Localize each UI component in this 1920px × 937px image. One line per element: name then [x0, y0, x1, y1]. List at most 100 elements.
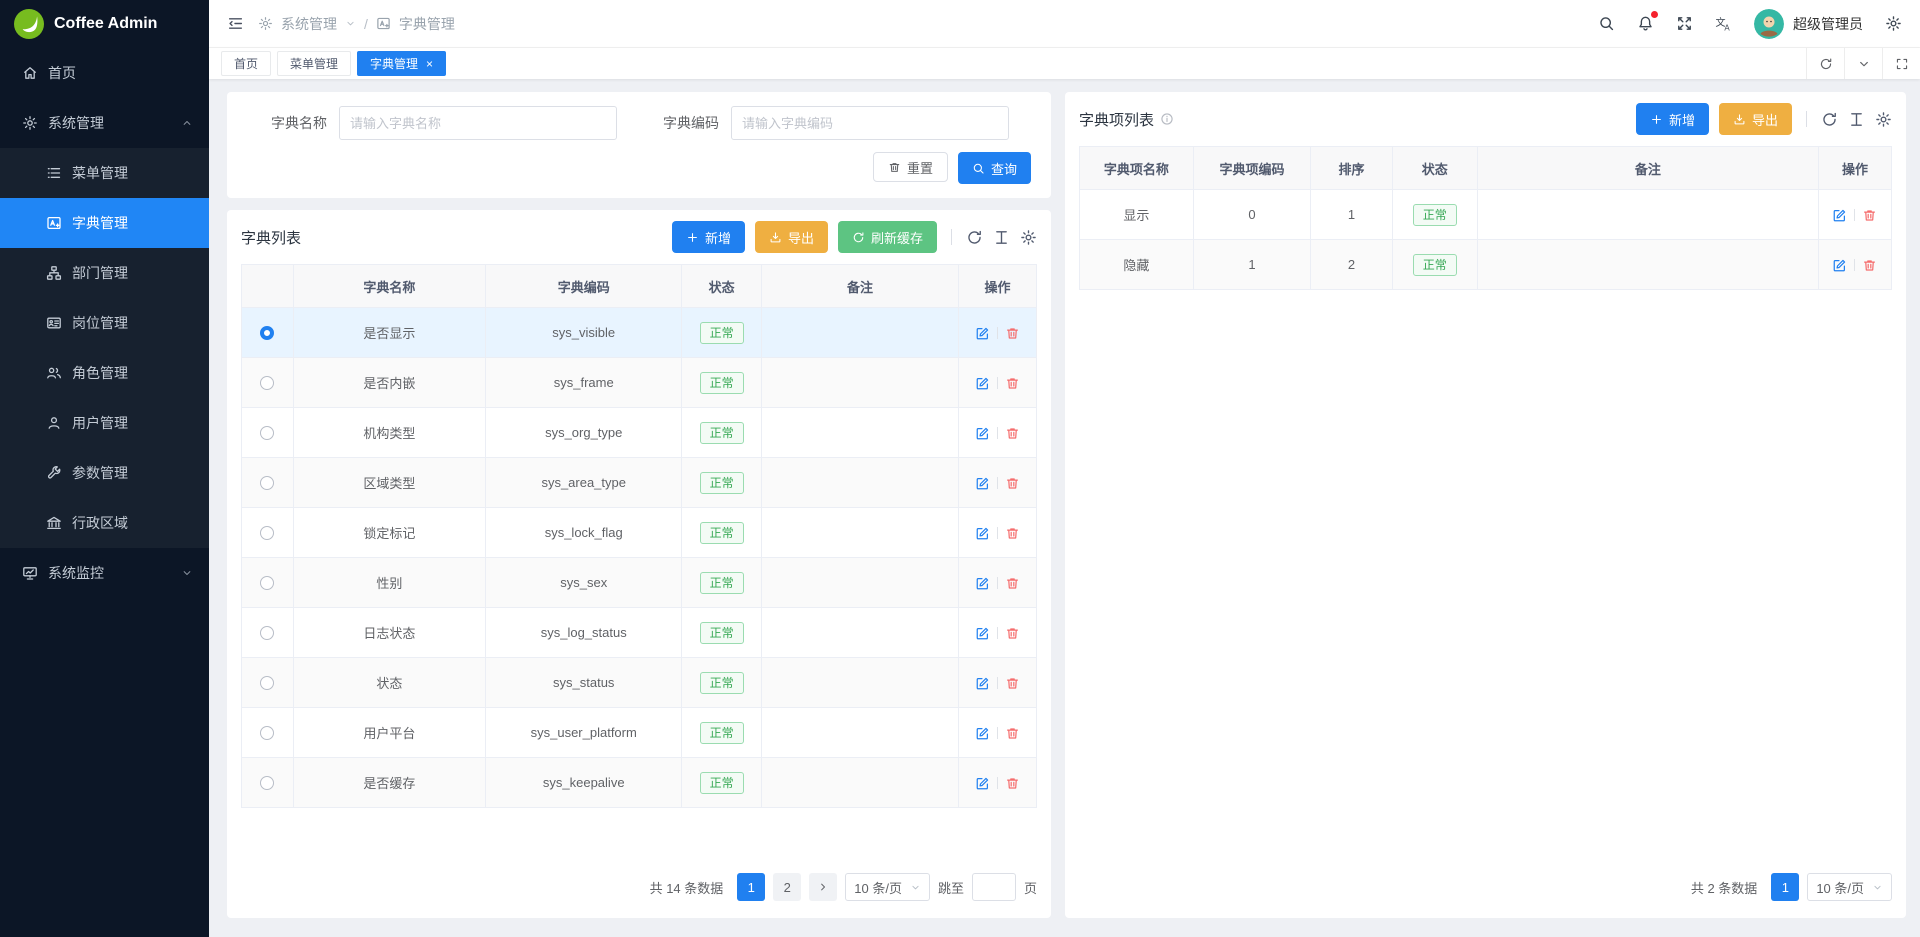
edit-icon[interactable] [1832, 258, 1847, 273]
row-radio[interactable] [260, 776, 274, 790]
row-radio[interactable] [260, 676, 274, 690]
table-row[interactable]: 锁定标记sys_lock_flag正常 [242, 508, 1037, 558]
next-page-button[interactable] [809, 873, 837, 901]
column-header: 状态 [682, 265, 762, 308]
tab-字典管理[interactable]: 字典管理× [357, 51, 446, 76]
delete-icon[interactable] [1005, 626, 1020, 641]
delete-icon[interactable] [1005, 326, 1020, 341]
edit-icon[interactable] [975, 776, 990, 791]
delete-icon[interactable] [1862, 258, 1877, 273]
row-radio[interactable] [260, 326, 274, 340]
sidebar-item-home[interactable]: 首页 [0, 48, 209, 98]
sidebar-item-system-management[interactable]: 系统管理 [0, 98, 209, 148]
edit-icon[interactable] [975, 576, 990, 591]
dict-table: 字典名称字典编码状态备注操作是否显示sys_visible正常是否内嵌sys_f… [241, 264, 1037, 808]
row-radio[interactable] [260, 476, 274, 490]
row-radio[interactable] [260, 426, 274, 440]
main-area: 系统管理 / 字典管理 文A 超级管理员 [209, 0, 1920, 937]
delete-icon[interactable] [1005, 426, 1020, 441]
reset-button[interactable]: 重置 [873, 152, 948, 182]
edit-icon[interactable] [975, 326, 990, 341]
edit-icon[interactable] [975, 526, 990, 541]
table-row[interactable]: 状态sys_status正常 [242, 658, 1037, 708]
row-radio[interactable] [260, 526, 274, 540]
refresh-icon[interactable] [966, 229, 983, 246]
add-button[interactable]: 新增 [1636, 103, 1709, 135]
line-height-icon[interactable] [1848, 111, 1865, 128]
bell-icon[interactable] [1637, 15, 1654, 32]
delete-icon[interactable] [1005, 576, 1020, 591]
row-radio[interactable] [260, 726, 274, 740]
table-row[interactable]: 日志状态sys_log_status正常 [242, 608, 1037, 658]
delete-icon[interactable] [1005, 676, 1020, 691]
refresh-icon[interactable] [1821, 111, 1838, 128]
page-button-1[interactable]: 1 [737, 873, 765, 901]
delete-icon[interactable] [1005, 476, 1020, 491]
delete-icon[interactable] [1005, 726, 1020, 741]
sidebar-item-dept-management[interactable]: 部门管理 [0, 248, 209, 298]
edit-icon[interactable] [975, 376, 990, 391]
tab-菜单管理[interactable]: 菜单管理 [277, 51, 351, 76]
sidebar-item-admin-region[interactable]: 行政区域 [0, 498, 209, 548]
export-button[interactable]: 导出 [1719, 103, 1792, 135]
table-row[interactable]: 是否内嵌sys_frame正常 [242, 358, 1037, 408]
table-row[interactable]: 机构类型sys_org_type正常 [242, 408, 1037, 458]
edit-icon[interactable] [975, 726, 990, 741]
query-button[interactable]: 查询 [958, 152, 1031, 184]
sidebar-item-system-monitor[interactable]: 系统监控 [0, 548, 209, 598]
edit-icon[interactable] [975, 476, 990, 491]
row-radio[interactable] [260, 576, 274, 590]
dict-code-input[interactable] [731, 106, 1009, 140]
delete-icon[interactable] [1005, 376, 1020, 391]
cell-remark [761, 558, 958, 608]
edit-icon[interactable] [975, 676, 990, 691]
sidebar-item-menu-management[interactable]: 菜单管理 [0, 148, 209, 198]
sidebar-item-param-management[interactable]: 参数管理 [0, 448, 209, 498]
settings-icon[interactable] [1020, 229, 1037, 246]
page-button-2[interactable]: 2 [773, 873, 801, 901]
chevron-down-icon[interactable] [1844, 48, 1882, 79]
sidebar-item-user-management[interactable]: 用户管理 [0, 398, 209, 448]
user-menu[interactable]: 超级管理员 [1754, 9, 1863, 39]
sidebar-item-role-management[interactable]: 角色管理 [0, 348, 209, 398]
refresh-cache-button[interactable]: 刷新缓存 [838, 221, 937, 253]
breadcrumb-parent[interactable]: 系统管理 [281, 14, 337, 34]
tab-首页[interactable]: 首页 [221, 51, 271, 76]
export-button[interactable]: 导出 [755, 221, 828, 253]
table-row[interactable]: 隐藏12正常 [1080, 240, 1892, 290]
translate-icon[interactable]: 文A [1715, 15, 1732, 32]
table-row[interactable]: 用户平台sys_user_platform正常 [242, 708, 1037, 758]
settings-icon[interactable] [1875, 111, 1892, 128]
delete-icon[interactable] [1005, 776, 1020, 791]
table-row[interactable]: 性别sys_sex正常 [242, 558, 1037, 608]
sidebar-item-post-management[interactable]: 岗位管理 [0, 298, 209, 348]
dict-name-input[interactable] [339, 106, 617, 140]
edit-icon[interactable] [975, 626, 990, 641]
sidebar-item-dict-management[interactable]: 字典管理 [0, 198, 209, 248]
table-row[interactable]: 是否显示sys_visible正常 [242, 308, 1037, 358]
refresh-icon[interactable] [1806, 48, 1844, 79]
jump-input[interactable] [972, 873, 1016, 901]
page-button-1[interactable]: 1 [1771, 873, 1799, 901]
add-button[interactable]: 新增 [672, 221, 745, 253]
settings-icon[interactable] [1885, 15, 1902, 32]
close-icon[interactable]: × [426, 58, 433, 70]
chevron-up-icon [181, 117, 193, 129]
table-row[interactable]: 区域类型sys_area_type正常 [242, 458, 1037, 508]
table-row[interactable]: 是否缓存sys_keepalive正常 [242, 758, 1037, 808]
edit-icon[interactable] [1832, 208, 1847, 223]
row-radio[interactable] [260, 376, 274, 390]
collapse-sidebar-icon[interactable] [227, 15, 244, 32]
fullscreen-icon[interactable] [1676, 15, 1693, 32]
row-radio[interactable] [260, 626, 274, 640]
line-height-icon[interactable] [993, 229, 1010, 246]
page-size-select[interactable]: 10 条/页 [845, 873, 930, 901]
delete-icon[interactable] [1005, 526, 1020, 541]
maximize-icon[interactable] [1882, 48, 1920, 79]
table-row[interactable]: 显示01正常 [1080, 190, 1892, 240]
search-icon[interactable] [1598, 15, 1615, 32]
page-size-select[interactable]: 10 条/页 [1807, 873, 1892, 901]
delete-icon[interactable] [1862, 208, 1877, 223]
edit-icon[interactable] [975, 426, 990, 441]
table-header-row: 字典名称字典编码状态备注操作 [242, 265, 1037, 308]
